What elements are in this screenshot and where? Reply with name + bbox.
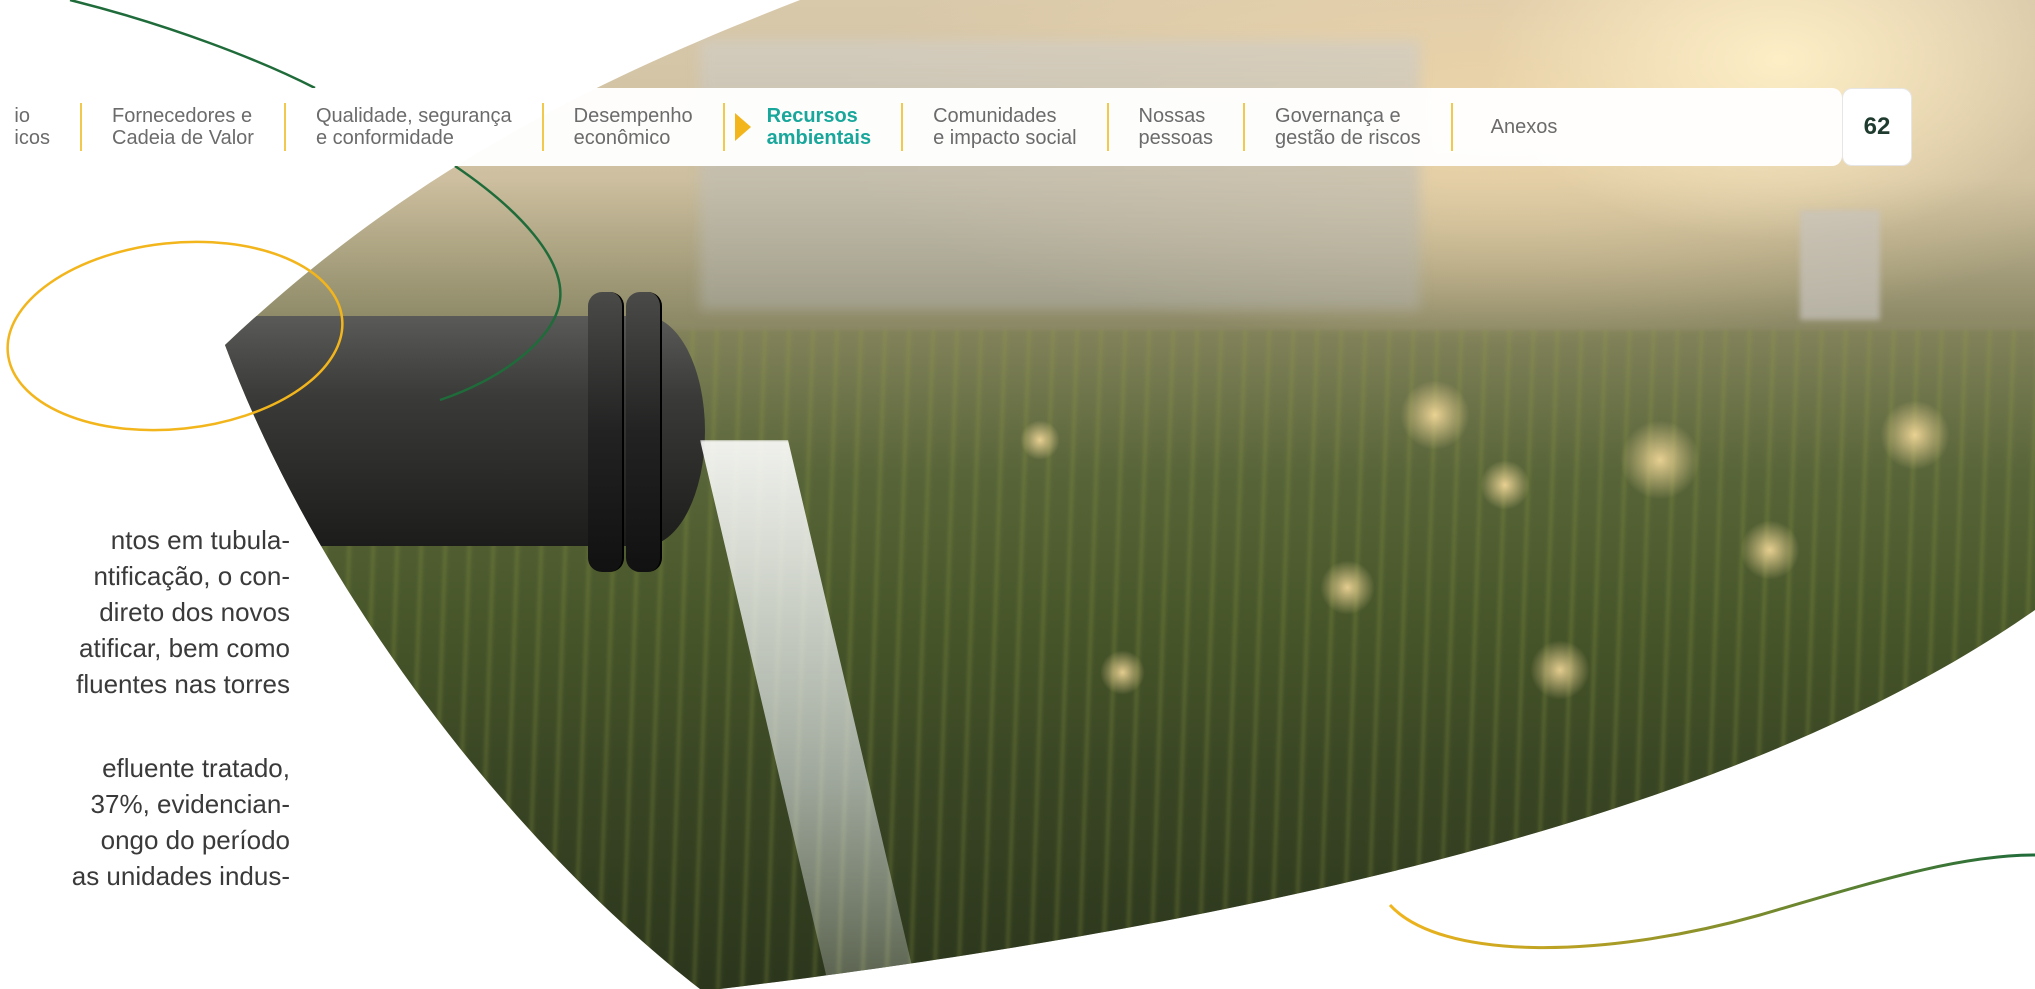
nav-item-recursos-ambientais[interactable]: Recursos ambientais [725,103,904,151]
nav-item-line2: icos [14,127,50,149]
text-line: atificar, bem como [79,633,290,663]
blurred-tower [1800,210,1880,320]
nav-item-governanca[interactable]: Governança e gestão de riscos [1245,103,1453,151]
nav-item-line1: Qualidade, segurança [315,105,512,127]
bokeh-light [1320,560,1375,615]
bokeh-light [1020,420,1060,460]
nav-item-line2: Cadeia de Valor [112,127,254,149]
paragraph-2: efluente tratado, 37%, evidencian- ongo … [0,750,290,894]
nav-item-line1: Anexos [1490,116,1558,138]
text-line: efluente tratado, [102,753,290,783]
nav-item-partial[interactable]: io icos [0,103,82,151]
bokeh-light [1880,400,1950,470]
bokeh-light [1400,380,1470,450]
nav-item-line1: Nossas [1138,105,1206,127]
yellow-green-curve-bottom [1388,853,2035,950]
nav-item-line1: Fornecedores e [112,105,253,127]
text-line: 37%, evidencian- [90,789,290,819]
nav-item-desempenho[interactable]: Desempenho econômico [544,103,725,151]
nav-item-fornecedores[interactable]: Fornecedores e Cadeia de Valor [82,103,286,151]
nav-item-line1: Comunidades [933,105,1057,127]
nav-item-line1: Desempenho [573,105,693,127]
text-line: as unidades indus- [71,861,290,891]
text-line: ntificação, o con- [93,561,290,591]
nav-item-line2: e impacto social [933,127,1077,149]
body-text: ntos em tubula- ntificação, o con- diret… [0,522,290,894]
section-nav: io icos Fornecedores e Cadeia de Valor Qua… [0,88,1842,166]
text-line: direto dos novos [99,597,290,627]
nav-item-comunidades[interactable]: Comunidades e impacto social [903,103,1109,151]
paragraph-1: ntos em tubula- ntificação, o con- diret… [0,522,290,702]
green-curve-top [69,0,316,90]
bokeh-light [1100,650,1145,695]
nav-item-line2: ambientais [766,127,872,149]
bokeh-light [1530,640,1590,700]
text-line: ongo do período [100,825,290,855]
text-line: fluentes nas torres [76,669,290,699]
nav-item-line1: Governança e [1275,105,1401,127]
nav-item-line2: econômico [573,127,671,149]
nav-item-line2: gestão de riscos [1275,127,1421,149]
page-number: 62 [1842,88,1912,166]
nav-item-line1: Recursos [766,105,858,127]
active-arrow-icon [734,113,751,141]
bokeh-light [1620,420,1700,500]
nav-item-line2: pessoas [1138,127,1214,149]
nav-item-line1: io [14,105,30,127]
bokeh-light [1480,460,1530,510]
nav-item-nossas-pessoas[interactable]: Nossas pessoas [1109,103,1246,151]
nav-item-anexos[interactable]: Anexos [1453,103,1588,151]
nav-item-qualidade[interactable]: Qualidade, segurança e conformidade [286,103,544,151]
pipe-ring [588,292,624,572]
text-line: ntos em tubula- [110,525,290,555]
blurred-building [700,40,1420,310]
pipe-ring [626,292,662,572]
bokeh-light [1740,520,1800,580]
nav-item-line2: e conformidade [315,127,454,149]
